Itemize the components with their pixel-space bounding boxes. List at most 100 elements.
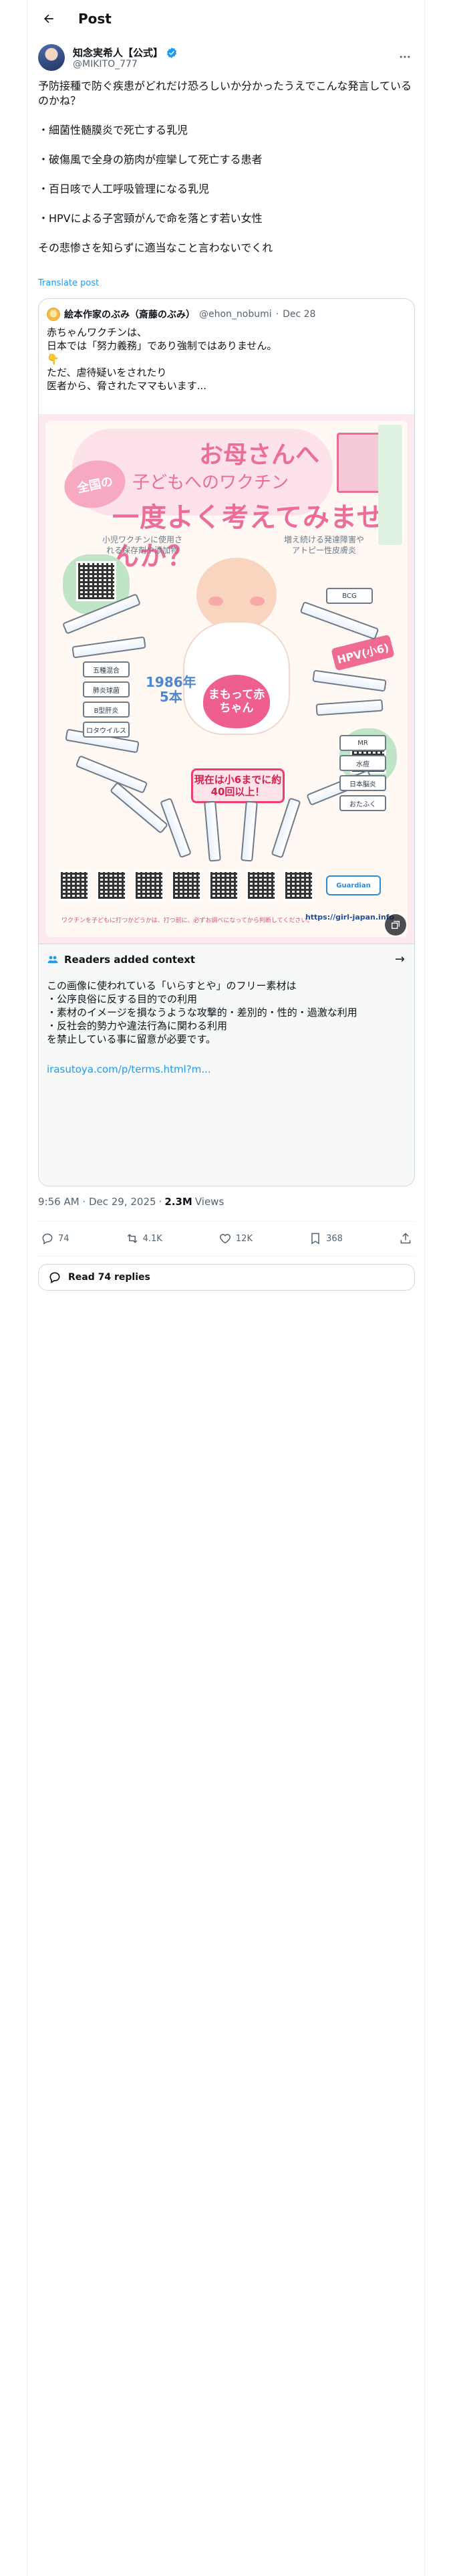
post-actions: 74 4.1K 12K 368	[38, 1222, 415, 1255]
quoted-post-header: 絵本作家のぶみ（斎藤のぶみ） @ehon_nobumi · Dec 28	[47, 307, 315, 322]
page-title: Post	[78, 11, 112, 27]
note-line: この画像に使われている「いらすとや」のフリー素材は	[47, 980, 297, 992]
vaccine-label: MR	[339, 735, 386, 751]
poster-year-count: 5本	[159, 689, 182, 705]
timeline-column: Post 知念実希人【公式】 @MIKITO_777 予防接種で防ぐ疾患がどれだ…	[27, 0, 425, 2576]
poster-qr-code	[208, 870, 239, 901]
more-dots-icon	[400, 56, 410, 58]
poster-qr-code	[76, 561, 116, 601]
share-button[interactable]	[399, 1232, 412, 1245]
like-count: 12K	[235, 1233, 253, 1244]
arrow-right-icon[interactable]: →	[395, 952, 405, 966]
vaccine-label: BCG	[326, 588, 373, 604]
poster-vaccine-count: 現在は小6までに約40回以上！	[191, 768, 285, 803]
bookmark-button[interactable]: 368	[309, 1232, 343, 1245]
poster-caption-right: 増え続ける発達障害やアトピー性皮膚炎	[283, 535, 364, 555]
note-line: ・公序良俗に反する目的での利用	[47, 993, 198, 1005]
vaccine-label: 肺炎球菌	[83, 681, 130, 697]
post-meta: 9:56 AM · Dec 29, 2025 · 2.3M Views	[38, 1196, 224, 1208]
back-button[interactable]	[35, 5, 62, 32]
quoted-text-line: 医者から、脅されたママもいます...	[47, 380, 207, 392]
post-text-line: ・HPVによる子宮頸がんで命を落とす若い女性	[38, 212, 263, 225]
author-handle[interactable]: @MIKITO_777	[73, 59, 138, 70]
vaccine-label: B型肝炎	[83, 702, 130, 718]
post-text-line	[38, 197, 415, 211]
baby-cheek	[250, 597, 265, 606]
community-note: Readers added context → この画像に使われている「いらすと…	[39, 944, 414, 1186]
more-options-button[interactable]	[395, 47, 415, 67]
top-bar: Post	[27, 0, 426, 37]
quoted-author-name[interactable]: 絵本作家のぶみ（斎藤のぶみ）	[64, 308, 195, 321]
translate-post-link[interactable]: Translate post	[38, 278, 99, 288]
quoted-author-handle[interactable]: @ehon_nobumi	[199, 309, 272, 320]
post-text-line	[38, 226, 415, 241]
community-note-title: Readers added context	[64, 954, 196, 966]
quoted-text-line: 赤ちゃんワクチンは、	[47, 326, 148, 338]
syringe	[271, 797, 301, 859]
post-text-line	[38, 167, 415, 182]
reply-button[interactable]: 74	[41, 1232, 69, 1245]
reply-count: 74	[58, 1233, 69, 1244]
stack-icon	[392, 921, 400, 929]
vaccine-label: おたふく	[339, 795, 386, 811]
post-text-line: ・百日咳で人工呼吸管理になる乳児	[38, 183, 210, 195]
chat-bubble-icon	[49, 1272, 60, 1283]
share-icon	[400, 1232, 411, 1244]
image-alt-button[interactable]	[385, 914, 406, 936]
community-note-text: この画像に使われている「いらすとや」のフリー素材は ・公序良俗に反する目的での利…	[47, 979, 405, 1046]
poster-side-panel	[378, 425, 402, 545]
poster-qr-code	[246, 870, 277, 901]
note-line: を禁止している事に留意が必要です。	[47, 1033, 216, 1045]
quoted-post-image[interactable]: 全国の お母さんへ 子どもへのワクチン 一度よく考えてみませんか？ 小児ワクチン…	[39, 414, 414, 944]
syringe	[299, 601, 380, 640]
reply-icon	[42, 1233, 53, 1245]
quoted-date[interactable]: Dec 28	[283, 309, 315, 320]
heart-icon	[219, 1234, 231, 1244]
author-name-row[interactable]: 知念実希人【公式】	[73, 45, 178, 60]
vaccine-label: ロタウイルス	[83, 722, 130, 738]
repost-icon	[127, 1234, 137, 1243]
syringe	[204, 800, 221, 862]
poster-qr-code	[134, 870, 164, 901]
note-line: ・反社会的勢力や違法行為に関わる利用	[47, 1020, 228, 1032]
author-name[interactable]: 知念実希人【公式】	[73, 45, 163, 60]
avatar[interactable]	[38, 44, 65, 71]
quoted-avatar[interactable]	[47, 308, 60, 321]
poster-heart: まもって赤ちゃん	[203, 675, 270, 728]
community-note-link[interactable]: irasutoya.com/p/terms.html?m...	[47, 1063, 211, 1075]
poster-caption-left: 小児ワクチンに使用される保存剤や添加物	[102, 535, 182, 555]
baby-illustration	[196, 558, 277, 631]
post-text-line: ・破傷風で全身の筋肉が痙攣して死亡する患者	[38, 153, 263, 166]
meta-separator: ·	[158, 1196, 162, 1208]
vaccine-label: 水痘	[339, 755, 386, 771]
syringe	[312, 669, 387, 692]
poster-book-illustration	[337, 433, 384, 493]
post-text-line: 予防接種で防ぐ疾患がどれだけ恐ろしいか分かったうえでこんな発言しているのかね？	[38, 80, 412, 107]
poster-guardian-logo: Guardian	[326, 875, 381, 895]
poster-canvas: 全国の お母さんへ 子どもへのワクチン 一度よく考えてみませんか？ 小児ワクチン…	[45, 421, 408, 937]
quoted-text-line: 👇	[47, 353, 59, 365]
syringe	[241, 800, 258, 862]
views-count: 2.3M	[164, 1196, 192, 1208]
post-text-line: ・細菌性髄膜炎で死亡する乳児	[38, 124, 188, 136]
quoted-post[interactable]: 絵本作家のぶみ（斎藤のぶみ） @ehon_nobumi · Dec 28 赤ちゃ…	[38, 298, 415, 1186]
poster-year-text: 1986年	[146, 674, 196, 690]
verified-badge-icon	[166, 47, 177, 58]
divider	[38, 1256, 415, 1257]
like-button[interactable]: 12K	[218, 1232, 253, 1245]
read-replies-label: Read 74 replies	[68, 1272, 150, 1283]
syringe	[71, 636, 146, 659]
post-timestamp[interactable]: 9:56 AM · Dec 29, 2025	[38, 1196, 156, 1208]
poster-hpv-label: HPV(小6)	[331, 634, 395, 671]
post-text: 予防接種で防ぐ疾患がどれだけ恐ろしいか分かったうえでこんな発言しているのかね？ …	[38, 79, 415, 255]
read-replies-button[interactable]: Read 74 replies	[38, 1264, 415, 1291]
community-note-header[interactable]: Readers added context	[47, 954, 195, 966]
baby-cheek	[208, 597, 223, 606]
post-text-line: その悲惨さを知らずに適当なこと言わないでくれ	[38, 241, 273, 254]
people-icon	[47, 956, 58, 964]
bookmark-icon	[311, 1232, 319, 1245]
post-text-line	[38, 138, 415, 152]
syringe	[315, 699, 384, 716]
arrow-left-icon	[44, 14, 53, 23]
repost-button[interactable]: 4.1K	[126, 1232, 162, 1245]
